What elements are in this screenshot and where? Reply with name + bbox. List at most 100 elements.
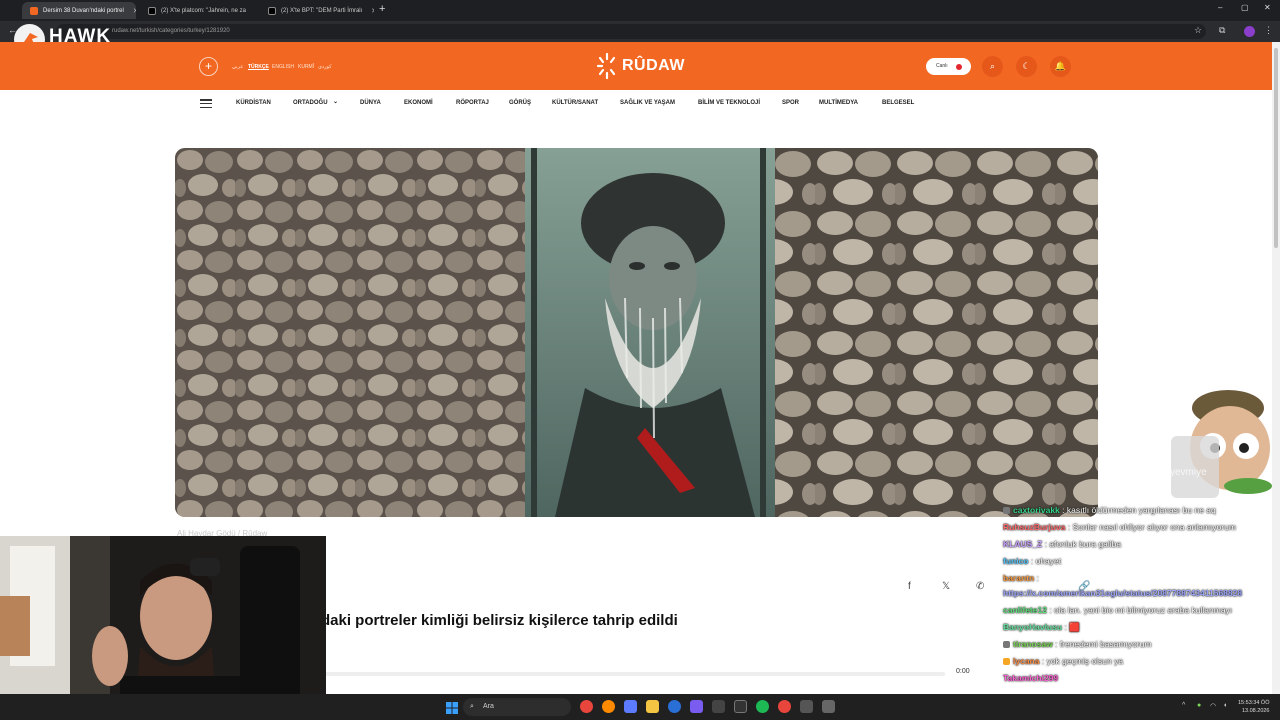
- windows-start-icon[interactable]: [446, 701, 458, 714]
- chat-text: afonluk bura galiba: [1049, 539, 1122, 549]
- maximize-button[interactable]: ▢: [1241, 3, 1249, 12]
- chrome-icon[interactable]: [580, 700, 593, 713]
- tab-platcom[interactable]: (2) X'te platcom: "Jahrein, ne za ✕: [140, 2, 256, 19]
- chat-username: KLAUS_Z: [1003, 539, 1043, 549]
- chat-text: Sonlar nasıl ohliyor alıyor ona anlamıyo…: [1072, 522, 1236, 532]
- close-tab-icon[interactable]: ✕: [255, 7, 256, 15]
- chat-message: tiranosaw : frenedemi basamıyorum: [1003, 639, 1151, 649]
- x-icon: [268, 6, 276, 15]
- audio-player-time: 0:00: [956, 668, 970, 675]
- user-badge-icon: [1003, 641, 1010, 649]
- search-icon: ⌕: [989, 61, 996, 71]
- lang-arabic[interactable]: عربي: [232, 64, 243, 70]
- sun-logo-icon: [596, 52, 616, 80]
- close-window-button[interactable]: ✕: [1264, 3, 1271, 12]
- facebook-share-icon[interactable]: f: [908, 581, 911, 592]
- taskbar-search[interactable]: ⌕ Ara: [463, 698, 571, 716]
- tray-chevron-icon[interactable]: ^: [1182, 702, 1185, 709]
- tab-bpt[interactable]: (2) X'te BPT: "DEM Parti İmralı ✕: [260, 2, 374, 19]
- nav-kurdistan[interactable]: KÜRDİSTAN: [236, 100, 271, 106]
- volume-icon[interactable]: ◖: [1223, 702, 1227, 709]
- app-icon[interactable]: [624, 700, 637, 713]
- tab-title: (2) X'te platcom: "Jahrein, ne za: [161, 7, 246, 14]
- nav-dunya[interactable]: DÜNYA: [360, 100, 381, 106]
- discord-icon[interactable]: [690, 700, 703, 713]
- nav-ekonomi[interactable]: EKONOMİ: [404, 100, 433, 106]
- browser-menu-icon[interactable]: ⋮: [1264, 25, 1273, 36]
- minimize-button[interactable]: –: [1218, 3, 1222, 12]
- scrollbar-thumb[interactable]: [1274, 48, 1278, 248]
- nav-ortadogu[interactable]: ORTADOĞU: [293, 100, 328, 106]
- whatsapp-share-icon[interactable]: ✆: [976, 581, 984, 592]
- x-icon: [148, 6, 156, 15]
- add-button[interactable]: +: [199, 57, 218, 76]
- chat-message: funico : ohayet: [1003, 556, 1062, 566]
- chat-text: ohayet: [1035, 556, 1062, 566]
- chrome-icon[interactable]: [778, 700, 791, 713]
- tab-title: (2) X'te BPT: "DEM Parti İmralı: [281, 7, 363, 14]
- live-button[interactable]: Canlı: [926, 58, 971, 75]
- search-placeholder: Ara: [483, 703, 494, 710]
- chat-message: caxtorivakk : kasıtlı öldürmeden yargıla…: [1003, 505, 1216, 515]
- nav-bilim[interactable]: BİLİM VE TEKNOLOJİ: [698, 100, 760, 106]
- chevron-down-icon[interactable]: ⌄: [333, 98, 338, 105]
- search-button[interactable]: ⌕: [982, 56, 1003, 77]
- chat-username: canlifete12: [1003, 605, 1047, 615]
- user-badge-icon: [1003, 658, 1010, 666]
- extensions-icon[interactable]: ⧉: [1219, 25, 1225, 36]
- chat-text: kasıtlı öldürmeden yargılanası bu ne aq: [1066, 505, 1216, 515]
- user-badge-icon: [1003, 507, 1010, 515]
- chat-message: KLAUS_Z : afonluk bura galiba: [1003, 539, 1122, 549]
- chat-message: barantn :: [1003, 573, 1039, 583]
- chat-watermark: yevmiye: [1170, 467, 1207, 478]
- chat-message: RuhsuzBurjuva : Sonlar nasıl ohliyor alı…: [1003, 522, 1236, 532]
- bookmark-star-icon[interactable]: ☆: [1194, 25, 1202, 36]
- nav-saglik[interactable]: SAĞLIK VE YAŞAM: [620, 100, 675, 106]
- edge-icon[interactable]: [668, 700, 681, 713]
- x-share-icon[interactable]: 𝕏: [942, 581, 950, 592]
- audio-player-progress[interactable]: [325, 672, 945, 676]
- chat-message: lycana : yok geçmiş olsun ya: [1003, 656, 1123, 666]
- nav-belgesel[interactable]: BELGESEL: [882, 100, 914, 106]
- tray-app-icon[interactable]: ●: [1197, 702, 1201, 709]
- nav-roportaj[interactable]: RÖPORTAJ: [456, 100, 489, 106]
- site-header: + عربي TÜRKÇE ENGLISH KURMÎ کوردی RÛDAW …: [0, 42, 1272, 90]
- tab-title: Dersim 38 Duvarı'ndaki portrel: [43, 7, 124, 14]
- chat-username: tiranosaw: [1013, 639, 1053, 649]
- app-icon[interactable]: [822, 700, 835, 713]
- close-tab-icon[interactable]: ✕: [133, 7, 136, 15]
- nav-kultur-sanat[interactable]: KÜLTÜR/SANAT: [552, 100, 598, 106]
- dark-mode-button[interactable]: ☾: [1016, 56, 1037, 77]
- lang-kurmanji[interactable]: KURMÎ: [298, 64, 314, 70]
- obs-icon[interactable]: [734, 700, 747, 713]
- taskbar-clock[interactable]: 15:53:34 ÖÖ 13.08.2026: [1238, 699, 1270, 715]
- app-icon[interactable]: [800, 700, 813, 713]
- close-tab-icon[interactable]: ✕: [371, 7, 374, 15]
- search-icon: ⌕: [470, 703, 474, 710]
- nav-gorus[interactable]: GÖRÜŞ: [509, 100, 531, 106]
- chat-link-message: https://x.com/amerikan31oglu/status/2087…: [1003, 588, 1243, 598]
- lang-english[interactable]: ENGLISH: [272, 64, 294, 70]
- firefox-icon[interactable]: [602, 700, 615, 713]
- chat-text: yok geçmiş olsun ya: [1046, 656, 1124, 666]
- stream-chat-overlay: caxtorivakk : kasıtlı öldürmeden yargıla…: [1003, 503, 1280, 687]
- profile-avatar[interactable]: [1244, 26, 1255, 37]
- lang-sorani[interactable]: کوردی: [318, 64, 332, 70]
- steam-icon[interactable]: [712, 700, 725, 713]
- url-text: rudaw.net/turkish/categories/turkey/1281…: [112, 28, 230, 34]
- tab-active[interactable]: Dersim 38 Duvarı'ndaki portrel ✕: [22, 2, 136, 19]
- logo-text: RÛDAW: [622, 57, 685, 74]
- spotify-icon[interactable]: [756, 700, 769, 713]
- nav-spor[interactable]: SPOR: [782, 100, 799, 106]
- file-explorer-icon[interactable]: [646, 700, 659, 713]
- nav-multimedya[interactable]: MULTİMEDYA: [819, 100, 858, 106]
- lang-turkish[interactable]: TÜRKÇE: [248, 64, 269, 70]
- chat-message: Takamichi299: [1003, 673, 1058, 683]
- chat-username: BanyoHavlusu: [1003, 622, 1063, 632]
- hamburger-menu-icon[interactable]: [200, 99, 212, 109]
- new-tab-button[interactable]: +: [379, 3, 385, 15]
- wifi-icon[interactable]: ◠: [1210, 702, 1216, 710]
- rudaw-logo[interactable]: RÛDAW: [596, 46, 686, 86]
- notifications-button[interactable]: 🔔: [1050, 56, 1071, 77]
- url-field[interactable]: rudaw.net/turkish/categories/turkey/1281…: [56, 24, 1206, 39]
